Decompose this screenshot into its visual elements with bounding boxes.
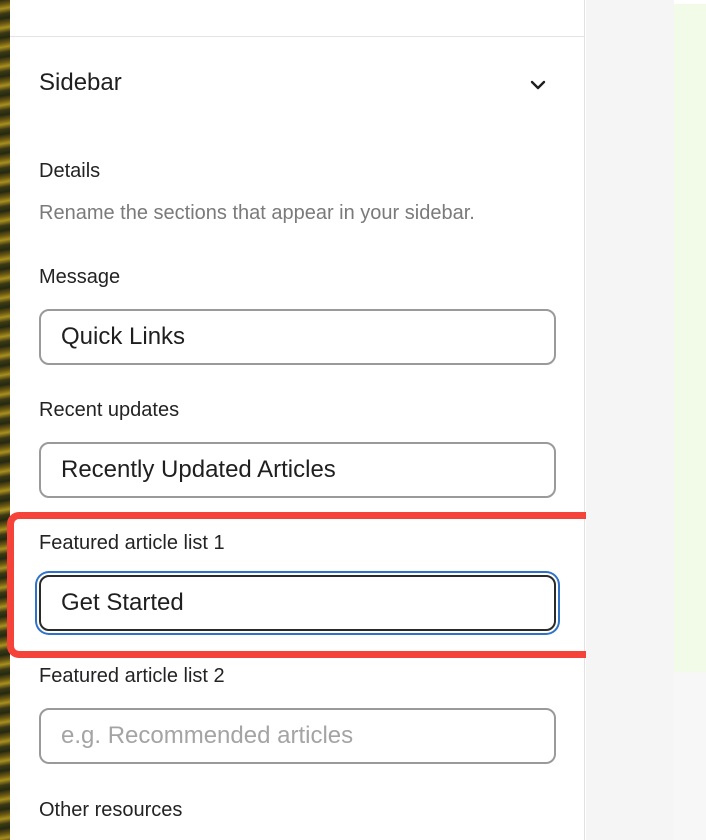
section-title: Sidebar <box>39 69 122 96</box>
recent-updates-label: Recent updates <box>39 399 180 421</box>
featured-list-2-input[interactable] <box>39 708 556 764</box>
preview-pane <box>674 4 706 672</box>
featured-list-1-label: Featured article list 1 <box>39 532 225 554</box>
featured-list-1-input[interactable] <box>39 575 556 631</box>
preview-pane-footer <box>674 672 706 840</box>
details-heading: Details <box>39 160 101 182</box>
message-input[interactable] <box>39 309 556 365</box>
chevron-down-icon[interactable] <box>528 75 548 95</box>
background-image-strip <box>0 0 10 840</box>
featured-list-2-label: Featured article list 2 <box>39 665 225 687</box>
details-description: Rename the sections that appear in your … <box>39 202 475 224</box>
truncated-header-remnant <box>38 0 118 2</box>
panel-gutter <box>586 0 674 840</box>
message-label: Message <box>39 266 121 288</box>
sidebar-section-toggle[interactable]: Sidebar <box>10 37 584 127</box>
recent-updates-input[interactable] <box>39 442 556 498</box>
settings-panel: Sidebar Details Rename the sections that… <box>10 0 585 840</box>
other-resources-label: Other resources <box>39 799 183 821</box>
